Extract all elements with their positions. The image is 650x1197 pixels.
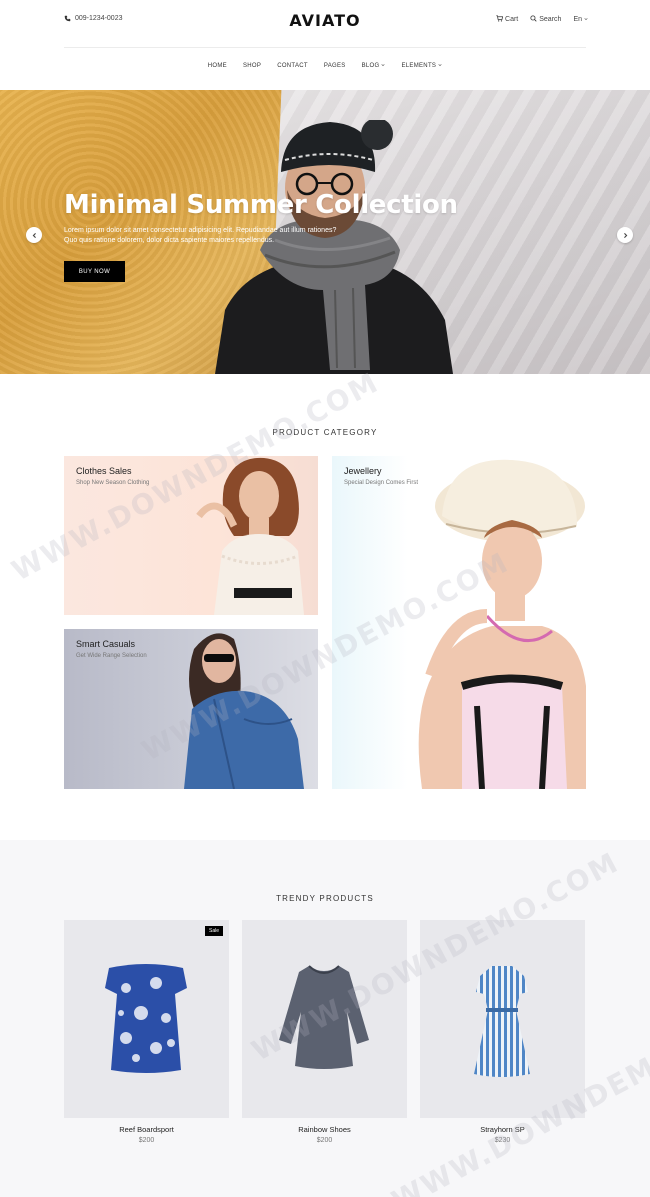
product-category-heading: PRODUCT CATEGORY xyxy=(272,428,378,437)
nav-item-pages[interactable]: PAGES xyxy=(324,63,346,69)
chevron-down-icon xyxy=(584,16,588,23)
chevron-left-icon xyxy=(31,226,38,244)
chevron-down-icon xyxy=(381,63,386,69)
category-image-jewellery xyxy=(418,459,586,789)
cart-label: Cart xyxy=(505,16,519,23)
nav-label: BLOG xyxy=(361,63,380,69)
category-subtitle: Get Wide Range Selection xyxy=(76,653,147,659)
cart-icon xyxy=(496,15,504,24)
nav-item-contact[interactable]: CONTACT xyxy=(277,63,308,69)
product-price: $200 xyxy=(316,1137,333,1144)
header-utilities: Cart Search En xyxy=(496,15,588,24)
cart-link[interactable]: Cart xyxy=(496,15,518,24)
nav-item-shop[interactable]: SHOP xyxy=(243,63,261,69)
nav-item-home[interactable]: HOME xyxy=(208,63,227,69)
trendy-products-heading: TRENDY PRODUCTS xyxy=(276,894,374,903)
category-image-casuals xyxy=(184,633,304,789)
product-name[interactable]: Reef Boardsport xyxy=(64,1125,229,1134)
product-card[interactable] xyxy=(420,920,585,1118)
hero-title: Minimal Summer Collection xyxy=(64,190,458,220)
hero-slider: Minimal Summer Collection Lorem ipsum do… xyxy=(0,90,650,374)
category-card-clothes[interactable]: Clothes Sales Shop New Season Clothing xyxy=(64,456,318,615)
slider-next-button[interactable] xyxy=(617,227,633,243)
hero-model-image xyxy=(215,120,453,374)
search-link[interactable]: Search xyxy=(530,15,561,24)
category-title: Jewellery xyxy=(344,466,382,476)
category-card-casuals[interactable]: Smart Casuals Get Wide Range Selection xyxy=(64,629,318,789)
nav-label: HOME xyxy=(207,63,227,69)
nav-item-elements[interactable]: ELEMENTS xyxy=(401,63,442,69)
hero-subtitle-line: Quo quis ratione dolorem, dolor dicta sa… xyxy=(64,237,275,244)
product-card[interactable]: Sale xyxy=(64,920,229,1118)
nav-label: CONTACT xyxy=(277,63,308,69)
product-image-striped-dress xyxy=(474,966,530,1077)
slider-prev-button[interactable] xyxy=(26,227,42,243)
hero-subtitle: Lorem ipsum dolor sit amet consectetur a… xyxy=(64,226,394,246)
top-bar: 009-1234-0023 AVIATO Cart Search En xyxy=(0,0,650,48)
category-subtitle: Special Design Comes First xyxy=(344,480,419,486)
product-price: $230 xyxy=(494,1137,511,1144)
hero-subtitle-line: Lorem ipsum dolor sit amet consectetur a… xyxy=(64,227,337,234)
category-title: Smart Casuals xyxy=(76,639,136,649)
nav-label: SHOP xyxy=(242,63,262,69)
nav-label: PAGES xyxy=(323,63,346,69)
nav-label: ELEMENTS xyxy=(401,63,437,69)
sale-badge: Sale xyxy=(204,926,223,936)
category-subtitle: Shop New Season Clothing xyxy=(76,480,150,486)
category-title: Clothes Sales xyxy=(76,466,132,476)
product-image-dress xyxy=(279,965,369,1069)
language-label: En xyxy=(573,16,582,23)
buy-now-button[interactable]: BUY NOW xyxy=(64,261,125,282)
product-name[interactable]: Strayhorn SP xyxy=(420,1125,585,1134)
category-image-clothes xyxy=(196,457,304,615)
chevron-down-icon xyxy=(438,63,442,69)
product-price: $200 xyxy=(138,1137,155,1144)
product-card[interactable] xyxy=(242,920,407,1118)
header-divider xyxy=(64,47,586,48)
chevron-right-icon xyxy=(622,226,629,244)
search-label: Search xyxy=(539,16,562,23)
nav-item-blog[interactable]: BLOG xyxy=(362,63,386,69)
product-name[interactable]: Rainbow Shoes xyxy=(242,1125,407,1134)
main-nav: HOME SHOP CONTACT PAGES BLOG ELEMENTS xyxy=(0,63,650,69)
language-selector[interactable]: En xyxy=(573,16,588,23)
product-image-blouse xyxy=(105,964,187,1073)
category-card-jewellery[interactable]: Jewellery Special Design Comes First xyxy=(332,456,586,789)
search-icon xyxy=(530,15,537,24)
